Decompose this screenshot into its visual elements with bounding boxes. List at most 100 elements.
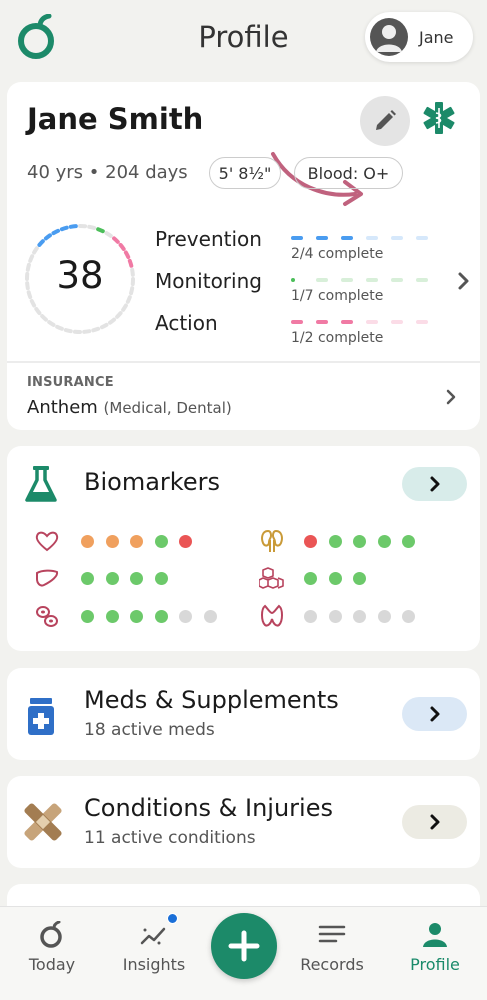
biomarker-status-dot bbox=[402, 535, 415, 548]
progress-segment bbox=[316, 236, 328, 240]
biomarker-status-dot bbox=[402, 610, 415, 623]
thyroid-icon bbox=[261, 604, 283, 627]
meds-title: Meds & Supplements bbox=[84, 686, 339, 714]
edit-profile-button[interactable] bbox=[360, 96, 410, 146]
score-ring-segment bbox=[47, 320, 56, 327]
goal-label-prevention: Prevention bbox=[155, 227, 262, 251]
biomarker-status-dot bbox=[203, 610, 217, 623]
user-menu-button[interactable]: Jane bbox=[365, 12, 473, 62]
conditions-count: 11 active conditions bbox=[84, 828, 256, 848]
score-ring-segment bbox=[40, 314, 48, 322]
profile-card: Jane Smith 40 yrs • 204 days 5' 8½" Bloo… bbox=[7, 82, 480, 430]
insurance-label: INSURANCE bbox=[27, 375, 114, 390]
add-button[interactable] bbox=[211, 913, 277, 979]
score-ring-segment bbox=[34, 307, 42, 316]
biomarker-status-dot bbox=[154, 610, 168, 623]
biomarker-status-dot bbox=[377, 610, 391, 623]
progress-segment bbox=[316, 278, 328, 282]
meds-open-button[interactable] bbox=[402, 697, 467, 731]
insurance-value[interactable]: Anthem (Medical, Dental) bbox=[27, 397, 232, 418]
biomarker-status-dot bbox=[328, 535, 342, 548]
nav-label-records: Records bbox=[300, 955, 364, 974]
blood-cells-icon bbox=[36, 606, 58, 627]
goal-status-prevention: 2/4 complete bbox=[291, 246, 384, 262]
biomarker-status-dot bbox=[179, 535, 192, 548]
score-ring-segment bbox=[108, 317, 117, 325]
biomarker-status-dot bbox=[154, 535, 168, 548]
insights-icon bbox=[140, 927, 166, 945]
nav-insights[interactable]: Insights bbox=[109, 907, 199, 1000]
biomarker-status-dot bbox=[353, 610, 366, 623]
age-text: 40 yrs • 204 days bbox=[27, 162, 188, 183]
conditions-card[interactable]: Conditions & Injuries 11 active conditio… bbox=[7, 776, 480, 868]
user-name: Jane bbox=[419, 27, 454, 47]
biomarkers-card[interactable]: Biomarkers bbox=[7, 446, 480, 651]
score-ring-segment bbox=[63, 328, 73, 334]
progress-segment bbox=[291, 236, 303, 240]
biomarker-status-dot bbox=[105, 610, 119, 623]
progress-segment bbox=[341, 236, 353, 240]
avatar-icon bbox=[370, 18, 408, 56]
goal-progress-action bbox=[291, 320, 441, 324]
progress-segment bbox=[391, 236, 403, 240]
blood-type-chip: Blood: O+ bbox=[294, 157, 403, 189]
edit-icon bbox=[376, 110, 396, 130]
biomarker-status-dot bbox=[328, 572, 342, 585]
goal-label-action: Action bbox=[155, 311, 218, 335]
progress-segment bbox=[366, 236, 378, 240]
score-ring-segment bbox=[51, 228, 61, 236]
divider bbox=[7, 361, 480, 363]
score-ring-segment bbox=[87, 224, 97, 230]
goal-status-action: 1/2 complete bbox=[291, 330, 384, 346]
goal-progress-monitoring bbox=[291, 278, 441, 282]
score-ring-segment bbox=[112, 236, 120, 244]
heart-icon bbox=[35, 531, 59, 552]
nav-records[interactable]: Records bbox=[287, 907, 377, 1000]
meds-card[interactable]: Meds & Supplements 18 active meds bbox=[7, 668, 480, 760]
biomarkers-title: Biomarkers bbox=[84, 468, 220, 496]
score-ring-segment bbox=[96, 227, 105, 234]
nav-today[interactable]: Today bbox=[7, 907, 97, 1000]
conditions-open-button[interactable] bbox=[402, 805, 467, 839]
score-ring-segment bbox=[82, 329, 92, 334]
meds-count: 18 active meds bbox=[84, 720, 215, 740]
biomarker-status-dot bbox=[81, 572, 94, 585]
health-score: 38 bbox=[56, 254, 104, 297]
score-ring-segment bbox=[118, 242, 126, 251]
biomarker-status-dot bbox=[130, 535, 143, 548]
progress-segment bbox=[341, 278, 353, 282]
bottom-nav: Today Insights Records Profile bbox=[0, 906, 487, 1000]
pill-bottle-icon bbox=[28, 698, 54, 735]
biomarkers-open-button[interactable] bbox=[402, 467, 467, 501]
biomarker-status-dot bbox=[105, 572, 119, 585]
progress-segment bbox=[291, 278, 295, 282]
score-ring-segment bbox=[121, 303, 128, 312]
kidney-icon bbox=[261, 529, 283, 552]
conditions-title: Conditions & Injuries bbox=[84, 794, 333, 822]
biomarker-status-dot bbox=[304, 610, 317, 623]
biomarker-status-dot bbox=[353, 572, 366, 585]
progress-segment bbox=[391, 320, 403, 324]
chevron-right-icon bbox=[430, 814, 439, 830]
score-ring-segment bbox=[104, 231, 113, 238]
biomarker-status-dot bbox=[81, 535, 94, 548]
score-ring-segment bbox=[43, 233, 52, 241]
nav-label-today: Today bbox=[28, 955, 76, 974]
chevron-right-icon[interactable] bbox=[445, 388, 457, 406]
chevron-right-icon[interactable] bbox=[457, 271, 471, 291]
score-ring-segment bbox=[99, 322, 109, 330]
records-icon bbox=[318, 925, 346, 943]
progress-segment bbox=[366, 320, 378, 324]
score-ring-segment bbox=[55, 324, 64, 331]
metabolic-cubes-icon bbox=[259, 567, 284, 589]
biomarker-status-dot bbox=[377, 535, 391, 548]
score-ring-segment bbox=[125, 295, 132, 304]
nav-profile[interactable]: Profile bbox=[390, 907, 480, 1000]
biomarker-status-dot bbox=[130, 572, 143, 585]
medical-star-icon[interactable] bbox=[421, 100, 457, 136]
header: Profile Jane bbox=[0, 0, 487, 76]
progress-segment bbox=[416, 236, 428, 240]
progress-segment bbox=[416, 278, 428, 282]
score-ring-segment bbox=[68, 224, 78, 229]
bandage-icon bbox=[24, 803, 62, 841]
